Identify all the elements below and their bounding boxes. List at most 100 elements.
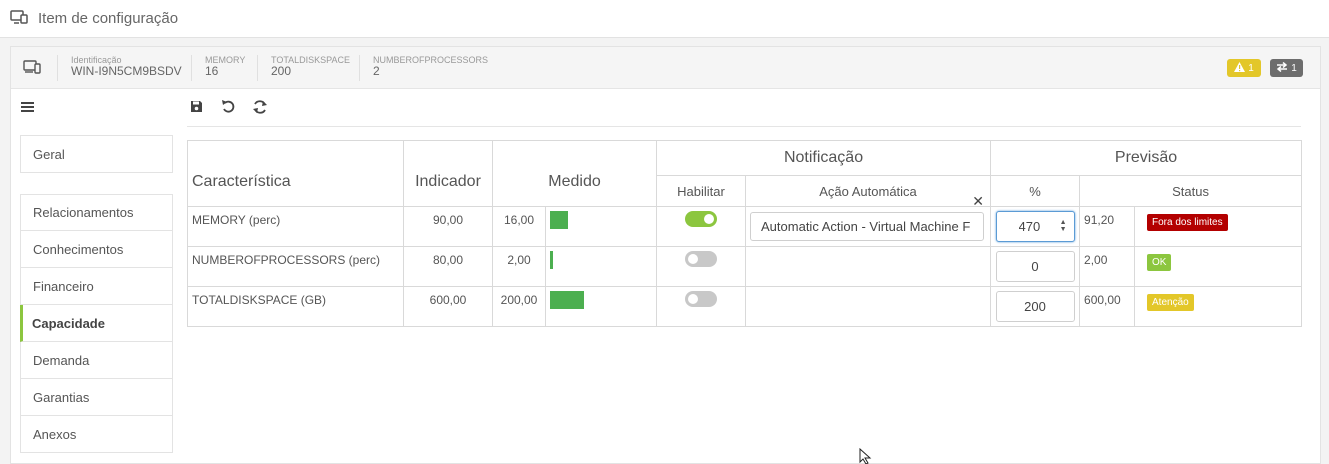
header-notificacao: Notificação [656, 140, 992, 176]
toolbar [187, 99, 269, 117]
undo-button[interactable] [219, 99, 237, 117]
enable-toggle[interactable] [685, 251, 718, 267]
sidebar-item-label: Geral [33, 146, 65, 162]
sidebar-item-label: Demanda [33, 352, 90, 368]
row-name: TOTALDISKSPACE (GB) [187, 286, 404, 327]
sync-count: 1 [1291, 62, 1297, 74]
config-item-card: Identificação WIN-I9N5CM9BSDV MEMORY 16 … [10, 46, 1321, 464]
capacity-table: Característica Indicador Medido Notifica… [187, 140, 1303, 327]
warning-icon [1234, 61, 1246, 75]
pct-input[interactable] [995, 291, 1075, 322]
sync-badge[interactable]: 1 [1270, 59, 1303, 77]
header-status: Status [1079, 175, 1303, 207]
info-bar: Identificação WIN-I9N5CM9BSDV MEMORY 16 … [11, 47, 1320, 89]
row-indicador: 600,00 [403, 286, 493, 327]
row-indicador: 80,00 [403, 246, 493, 287]
refresh-icon [252, 99, 268, 118]
sidebar-item-label: Financeiro [33, 278, 94, 294]
sidebar-item-demanda[interactable]: Demanda [20, 342, 173, 379]
row-previsao: 2,00 [1079, 246, 1136, 287]
info-value: WIN-I9N5CM9BSDV [71, 64, 182, 78]
row-medido-bar-cell [544, 206, 658, 247]
table-row: MEMORY (perc) 90,00 16,00 ▲▼ 91,20 Fora … [187, 206, 1303, 247]
info-field-memory: MEMORY 16 [191, 55, 245, 81]
row-medido: 16,00 [492, 206, 546, 247]
header-habilitar: Habilitar [656, 175, 747, 207]
row-habilitar [656, 246, 747, 287]
measured-bar [550, 291, 584, 309]
row-habilitar [656, 286, 747, 327]
header-acao-label: Ação Automática [819, 183, 917, 199]
row-acao [745, 206, 992, 247]
sidebar-item-anexos[interactable]: Anexos [20, 416, 173, 453]
save-button[interactable] [187, 99, 205, 117]
sidebar-item-label: Relacionamentos [33, 205, 134, 220]
stepper-icon[interactable]: ▲ ▼ [1060, 219, 1067, 233]
header-indicador: Indicador [403, 140, 493, 207]
row-status-cell: Atenção [1134, 286, 1303, 327]
enable-toggle[interactable] [685, 291, 718, 307]
row-previsao: 91,20 [1079, 206, 1136, 247]
row-acao [745, 246, 992, 287]
info-field-numberofprocessors: NUMBEROFPROCESSORS 2 [359, 55, 488, 81]
info-value: 200 [271, 64, 292, 78]
row-pct [990, 286, 1081, 327]
sidebar-item-relacionamentos[interactable]: Relacionamentos [20, 194, 173, 231]
status-badge: Fora dos limites [1147, 214, 1228, 231]
pct-input[interactable] [995, 251, 1075, 282]
row-pct: ▲▼ [990, 206, 1081, 247]
page-header: Item de configuração [0, 0, 1329, 38]
info-label: NUMBEROFPROCESSORS [373, 55, 489, 65]
device-icon [23, 60, 41, 77]
info-field-totaldiskspace: TOTALDISKSPACE 200 [257, 55, 350, 81]
status-badge: OK [1147, 254, 1172, 271]
status-badge: Atenção [1147, 294, 1194, 311]
row-medido-bar-cell [544, 246, 658, 287]
toolbar-divider [187, 126, 1301, 127]
row-status-cell: OK [1134, 246, 1303, 287]
sidebar-item-garantias[interactable]: Garantias [20, 379, 173, 416]
close-icon[interactable]: ✕ [972, 193, 984, 210]
header-medido: Medido [491, 140, 658, 207]
sidebar-item-label: Anexos [33, 426, 77, 442]
warning-count: 1 [1248, 62, 1254, 74]
hamburger-icon [21, 101, 34, 116]
row-indicador: 90,00 [403, 206, 493, 247]
sidebar-item-label: Conhecimentos [33, 241, 124, 257]
sidebar-item-geral[interactable]: Geral [20, 135, 173, 173]
measured-bar [550, 251, 553, 269]
warning-badge[interactable]: 1 [1227, 59, 1261, 77]
sidebar: Geral Relacionamentos Conhecimentos Fina… [20, 135, 173, 453]
sidebar-item-capacidade[interactable]: Capacidade [20, 305, 173, 342]
sidebar-item-label: Garantias [33, 389, 90, 405]
measured-bar [550, 211, 568, 229]
enable-toggle[interactable] [685, 211, 718, 227]
table-row: TOTALDISKSPACE (GB) 600,00 200,00 600,00… [187, 286, 1303, 327]
undo-icon [221, 99, 236, 117]
header-previsao: Previsão [990, 140, 1303, 176]
row-name: NUMBEROFPROCESSORS (perc) [187, 246, 404, 287]
header-row-group: Característica Indicador Medido Notifica… [187, 140, 1303, 207]
row-name: MEMORY (perc) [187, 206, 404, 247]
row-medido: 200,00 [492, 286, 546, 327]
menu-toggle-button[interactable] [21, 101, 34, 116]
page-title: Item de configuração [38, 10, 179, 27]
refresh-button[interactable] [251, 99, 269, 117]
info-value: 2 [373, 64, 380, 78]
table-row: NUMBEROFPROCESSORS (perc) 80,00 2,00 2,0… [187, 246, 1303, 287]
mouse-cursor-icon [859, 447, 872, 464]
config-item-icon [10, 9, 28, 28]
row-previsao: 600,00 [1079, 286, 1136, 327]
row-acao [745, 286, 992, 327]
row-status-cell: Fora dos limites [1134, 206, 1303, 247]
header-caracteristica: Característica [187, 140, 404, 207]
sidebar-item-conhecimentos[interactable]: Conhecimentos [20, 231, 173, 268]
sidebar-item-label: Capacidade [32, 315, 105, 331]
automatic-action-field[interactable] [750, 212, 985, 241]
info-field-identificacao: Identificação WIN-I9N5CM9BSDV [57, 55, 182, 81]
save-icon [190, 100, 203, 116]
sidebar-item-financeiro[interactable]: Financeiro [20, 268, 173, 305]
header-acao-automatica: Ação Automática ✕ [745, 175, 992, 210]
header-pct: % [990, 175, 1081, 207]
row-medido: 2,00 [492, 246, 546, 287]
